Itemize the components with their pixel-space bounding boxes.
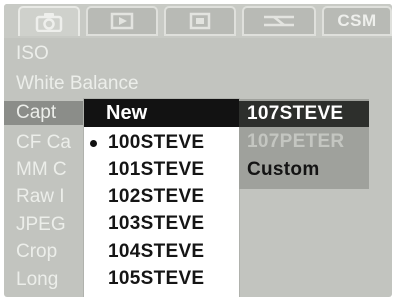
menu-item-long-exposure[interactable]: Long [16, 268, 58, 292]
option-107peter: 107PETER [247, 131, 345, 152]
function-icon [264, 15, 294, 27]
folder-label: 102STEVE [108, 186, 205, 207]
menu-item-cf-card[interactable]: CF Ca [16, 131, 71, 155]
setup-icon [189, 12, 211, 30]
folder-item[interactable]: 103STEVE [84, 212, 239, 236]
menu-item-mm-card[interactable]: MM C [16, 158, 67, 182]
tab-csm[interactable]: CSM [322, 6, 392, 36]
menu-tab-bar: CSM [4, 4, 392, 38]
menu-item-white-balance[interactable]: White Balance [16, 72, 139, 96]
camera-icon [35, 13, 63, 32]
tab-shooting[interactable] [18, 6, 80, 36]
folder-label: 101STEVE [108, 159, 205, 180]
selected-bullet-icon [90, 140, 97, 147]
option-107steve[interactable]: 107STEVE [239, 101, 369, 127]
menu-item-raw[interactable]: Raw I [16, 185, 65, 209]
tab-csm-label: CSM [337, 11, 377, 30]
camera-lcd-screen: CSM ISO White Balance Capt CF Ca MM C Ra… [4, 4, 392, 297]
folder-label: 104STEVE [108, 241, 205, 262]
folder-item[interactable]: 102STEVE [84, 185, 239, 209]
folder-item[interactable]: 101STEVE [84, 158, 239, 182]
tab-function[interactable] [242, 6, 316, 36]
tab-playback[interactable] [86, 6, 158, 36]
folder-label: 100STEVE [108, 132, 205, 153]
folder-label: 105STEVE [108, 268, 205, 289]
tab-setup-2[interactable] [164, 6, 236, 36]
menu-item-crop[interactable]: Crop [16, 240, 57, 264]
option-custom[interactable]: Custom [239, 157, 369, 183]
folder-item[interactable]: 100STEVE [84, 131, 239, 155]
playback-icon [110, 12, 134, 30]
menu-item-jpeg[interactable]: JPEG [16, 213, 66, 237]
folder-item[interactable]: 104STEVE [84, 240, 239, 264]
menu-item-capture-folder[interactable]: Capt [4, 101, 84, 125]
folder-item[interactable]: 105STEVE [84, 267, 239, 291]
folder-popup: New 100STEVE 101STEVE 102STEVE 103STEVE … [84, 99, 239, 297]
menu-item-iso[interactable]: ISO [16, 42, 49, 66]
new-folder-option[interactable]: New [84, 99, 239, 127]
folder-options-panel: 107STEVE 107PETER Custom [239, 99, 369, 189]
folder-label: 103STEVE [108, 213, 205, 234]
